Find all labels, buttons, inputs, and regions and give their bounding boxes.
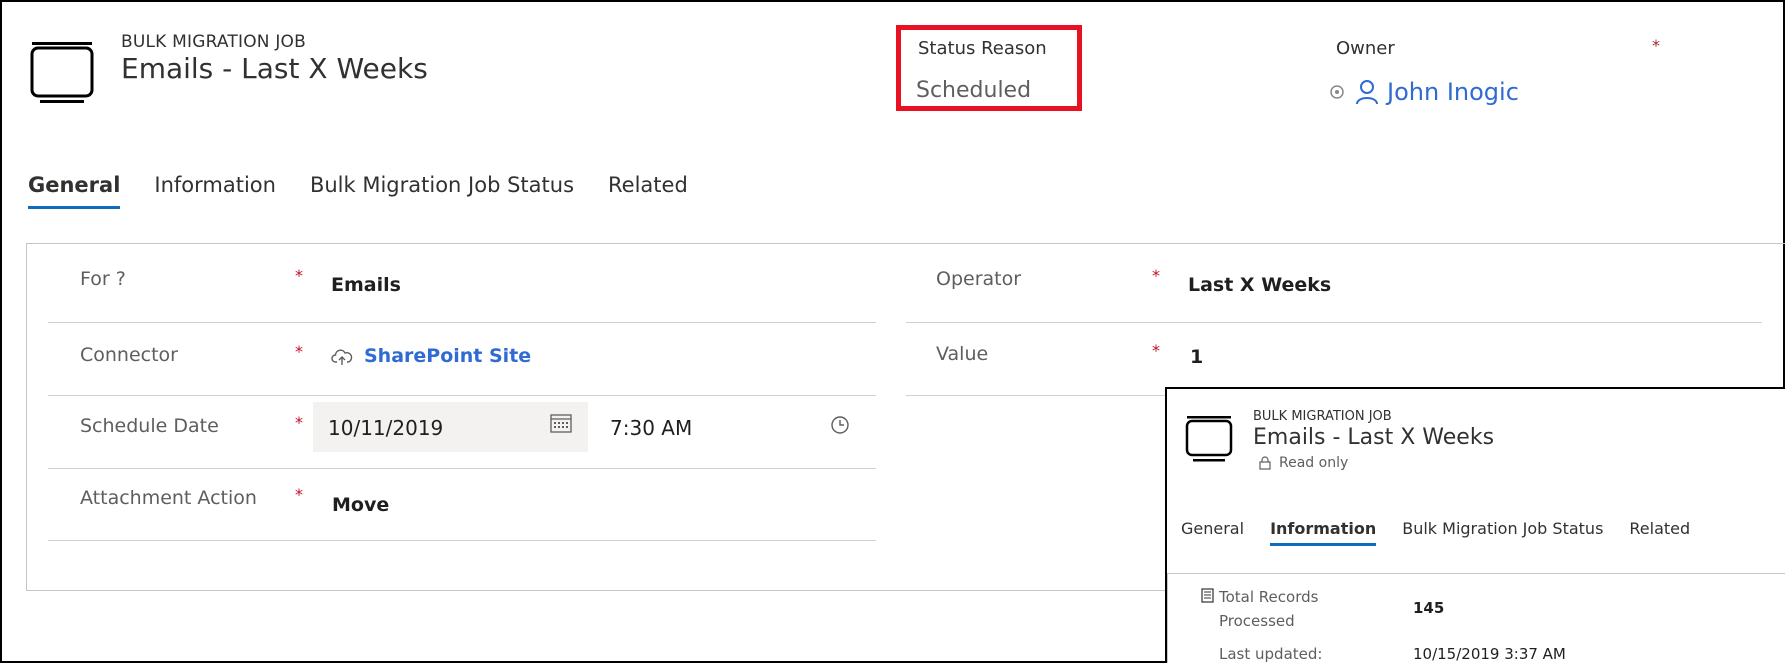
owner-field[interactable]: John Inogic: [1329, 78, 1519, 106]
tab-information[interactable]: Information: [154, 173, 276, 209]
total-records-label-line1: Total Records: [1219, 588, 1319, 606]
inset-tab-general[interactable]: General: [1181, 519, 1244, 546]
owner-required-marker: *: [1652, 36, 1660, 55]
total-records-label: Total Records Processed: [1219, 585, 1318, 633]
last-updated-label: Last updated:: [1219, 645, 1323, 663]
lock-icon: [1259, 456, 1271, 470]
last-updated-value: 10/15/2019 3:37 AM: [1413, 645, 1566, 663]
connector-label: Connector: [80, 344, 178, 366]
inset-entity-type: BULK MIGRATION JOB: [1253, 409, 1392, 424]
for-required-marker: *: [295, 266, 303, 285]
cloud-upload-icon: [331, 349, 353, 365]
row-divider: [906, 322, 1762, 323]
tab-general[interactable]: General: [28, 173, 121, 209]
total-records-value: 145: [1413, 599, 1445, 617]
schedule-date-value[interactable]: 10/11/2019: [328, 416, 443, 440]
status-reason-label: Status Reason: [918, 38, 1047, 59]
value-label: Value: [936, 343, 989, 365]
row-divider: [48, 468, 876, 469]
row-divider: [48, 540, 876, 541]
inset-tab-information[interactable]: Information: [1270, 519, 1377, 546]
inset-record-title: Emails - Last X Weeks: [1253, 425, 1495, 450]
schedule-date-label: Schedule Date: [80, 415, 219, 437]
form-tabs: General Information Bulk Migration Job S…: [28, 173, 722, 209]
row-divider: [48, 395, 876, 396]
for-value[interactable]: Emails: [331, 274, 401, 296]
person-icon: [1356, 80, 1378, 105]
row-divider: [48, 322, 876, 323]
record-title: Emails - Last X Weeks: [121, 52, 428, 85]
entity-type-label: BULK MIGRATION JOB: [121, 32, 306, 52]
read-only-indicator: Read only: [1259, 455, 1348, 471]
attachment-action-label: Attachment Action: [80, 487, 257, 509]
value-value[interactable]: 1: [1190, 346, 1203, 368]
document-icon: [1201, 588, 1214, 603]
tab-bulk-migration-job-status[interactable]: Bulk Migration Job Status: [310, 173, 574, 209]
clock-icon[interactable]: [830, 415, 850, 435]
connector-link[interactable]: SharePoint Site: [364, 345, 531, 367]
connector-required-marker: *: [295, 342, 303, 361]
row-divider: [906, 395, 1166, 396]
inset-form-tabs: General Information Bulk Migration Job S…: [1181, 519, 1716, 546]
presence-icon: [1330, 85, 1344, 99]
for-label: For ?: [80, 268, 126, 290]
bulk-migration-job-icon: [1185, 416, 1233, 462]
bulk-migration-job-icon: [30, 42, 94, 103]
operator-label: Operator: [936, 268, 1022, 290]
value-required-marker: *: [1152, 341, 1160, 360]
attachment-action-required-marker: *: [295, 485, 303, 504]
inset-tab-bulk-migration-job-status[interactable]: Bulk Migration Job Status: [1402, 519, 1603, 546]
schedule-time-value[interactable]: 7:30 AM: [610, 416, 692, 440]
owner-label: Owner: [1336, 38, 1395, 59]
schedule-date-required-marker: *: [295, 413, 303, 432]
operator-required-marker: *: [1152, 266, 1160, 285]
tab-related[interactable]: Related: [608, 173, 688, 209]
read-only-label: Read only: [1279, 455, 1349, 471]
owner-link[interactable]: John Inogic: [1387, 78, 1519, 106]
attachment-action-value[interactable]: Move: [332, 494, 389, 516]
calendar-icon[interactable]: [550, 412, 572, 434]
status-reason-value[interactable]: Scheduled: [916, 78, 1031, 103]
total-records-label-line2: Processed: [1219, 612, 1295, 630]
operator-value[interactable]: Last X Weeks: [1188, 274, 1331, 296]
inset-tab-related[interactable]: Related: [1629, 519, 1690, 546]
